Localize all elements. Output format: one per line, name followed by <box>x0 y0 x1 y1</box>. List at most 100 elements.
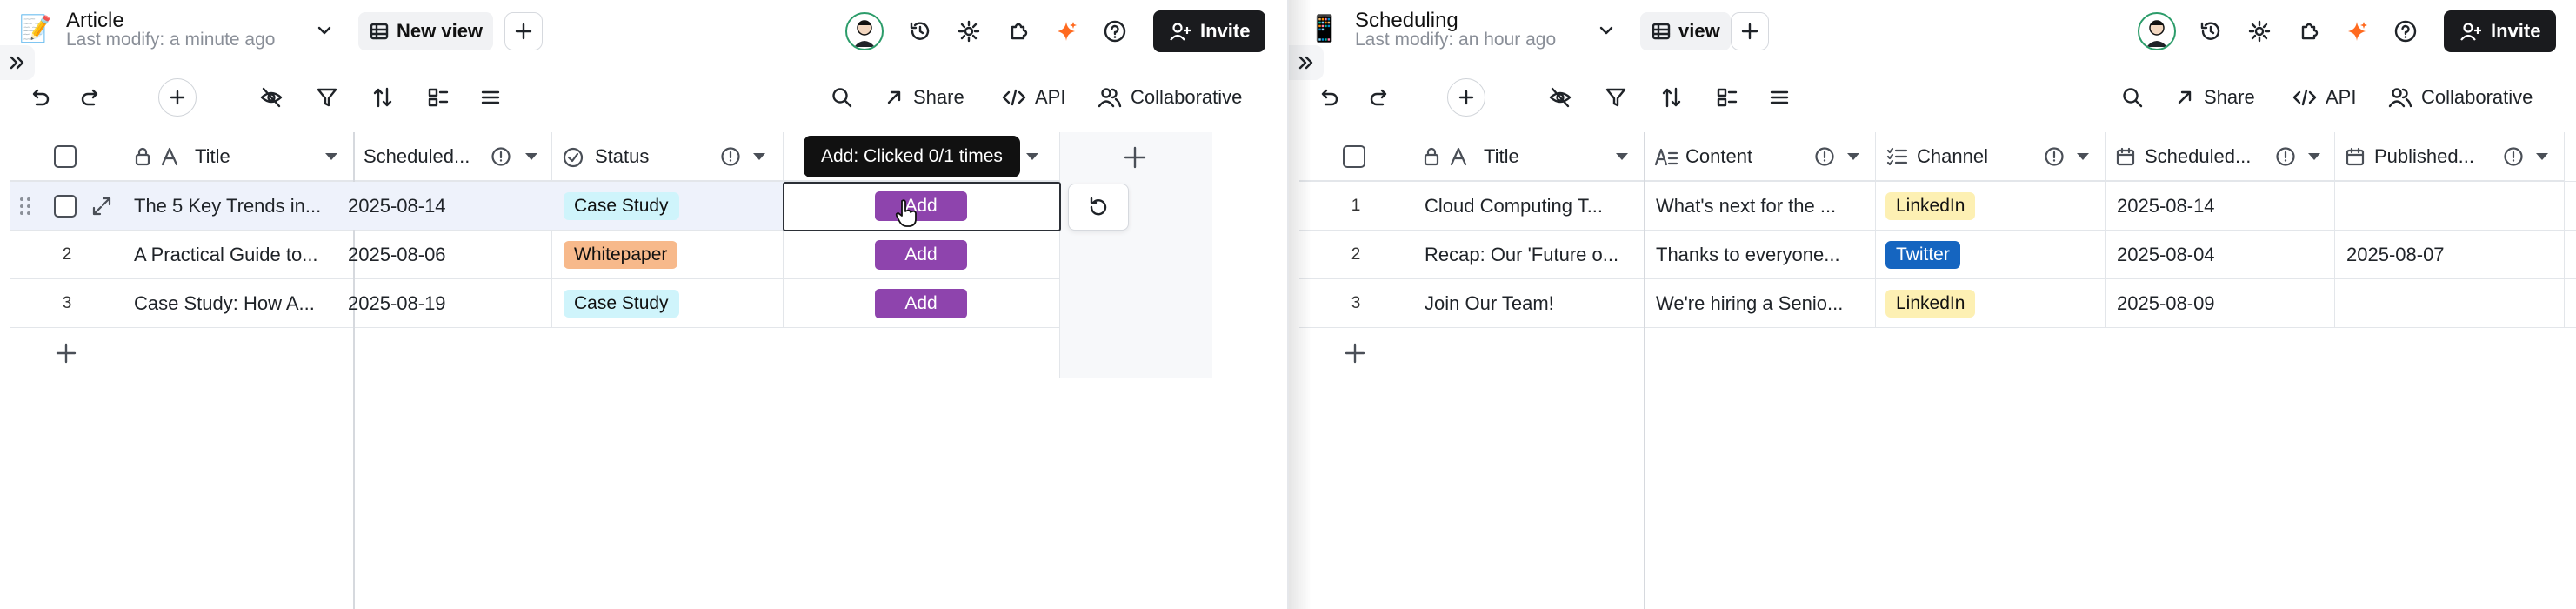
column-header-channel[interactable]: Channel <box>1875 132 2105 181</box>
settings-gear-icon[interactable] <box>955 17 983 45</box>
filter-icon[interactable] <box>311 82 343 113</box>
row-channel[interactable]: LinkedIn <box>1885 279 1976 328</box>
search-icon[interactable] <box>2117 82 2148 113</box>
redo-icon[interactable] <box>75 82 106 113</box>
sidebar-expand-icon[interactable] <box>1289 45 1324 80</box>
row-number: 3 <box>1351 294 1361 312</box>
collaborative-button[interactable]: Collaborative <box>2388 82 2533 113</box>
view-switcher[interactable]: view <box>1640 12 1731 50</box>
row-status[interactable]: Whitepaper <box>564 231 678 279</box>
row-content[interactable]: We're hiring a Senio... <box>1656 279 1873 328</box>
sort-icon[interactable] <box>1656 82 1687 113</box>
select-all-checkbox[interactable] <box>54 145 77 168</box>
add-record-icon[interactable] <box>158 78 197 117</box>
sparkle-icon[interactable] <box>2343 17 2371 45</box>
plugin-icon[interactable] <box>2294 17 2322 45</box>
sparkle-icon[interactable] <box>1052 17 1080 45</box>
caret-down-icon[interactable] <box>2075 150 2091 164</box>
add-row-icon[interactable] <box>1343 329 1367 378</box>
row-height-icon[interactable] <box>475 82 506 113</box>
column-header-status[interactable]: Status <box>551 132 783 181</box>
share-button[interactable]: Share <box>884 82 964 113</box>
caret-down-icon[interactable] <box>1845 150 1861 164</box>
hide-fields-icon[interactable] <box>256 82 287 113</box>
column-header-scheduled[interactable]: Scheduled... <box>2105 132 2334 181</box>
column-header-title[interactable]: Title <box>195 145 230 168</box>
row-scheduled[interactable]: 2025-08-14 <box>2117 182 2215 231</box>
add-view-button[interactable] <box>504 12 543 50</box>
refresh-icon[interactable] <box>1068 184 1129 231</box>
column-header-content[interactable]: Content <box>1644 132 1875 181</box>
row-scheduled[interactable]: 2025-08-19 <box>348 279 550 328</box>
invite-button[interactable]: Invite <box>1153 10 1266 52</box>
filter-icon[interactable] <box>1600 82 1632 113</box>
caret-down-icon[interactable] <box>1024 150 1040 164</box>
expand-record-icon[interactable] <box>90 182 113 231</box>
undo-icon[interactable] <box>1313 82 1345 113</box>
caret-down-icon[interactable] <box>1614 150 1630 164</box>
add-view-button[interactable] <box>1731 12 1769 50</box>
add-row-icon[interactable] <box>54 329 78 378</box>
hide-fields-icon[interactable] <box>1545 82 1576 113</box>
api-button[interactable]: API <box>1002 82 1065 113</box>
row-channel[interactable]: Twitter <box>1885 231 1960 279</box>
column-header-published[interactable]: Published... <box>2334 132 2564 181</box>
share-button[interactable]: Share <box>2174 82 2255 113</box>
chevron-down-icon[interactable] <box>1595 19 1618 42</box>
avatar[interactable] <box>2138 12 2176 50</box>
view-switcher[interactable]: New view <box>358 12 494 50</box>
row-title[interactable]: Join Our Team! <box>1425 279 1642 328</box>
history-icon[interactable] <box>2197 17 2225 45</box>
row-title[interactable]: Recap: Our 'Future o... <box>1425 231 1642 279</box>
row-channel[interactable]: LinkedIn <box>1885 182 1976 231</box>
row-status[interactable]: Case Study <box>564 279 679 328</box>
column-header-scheduled[interactable]: Scheduled... <box>353 132 551 181</box>
row-title[interactable]: Cloud Computing T... <box>1425 182 1642 231</box>
row-scheduled[interactable]: 2025-08-04 <box>2117 231 2215 279</box>
row-title[interactable]: The 5 Key Trends in... <box>134 182 351 231</box>
row-height-icon[interactable] <box>1764 82 1795 113</box>
row-content[interactable]: What's next for the ... <box>1656 182 1873 231</box>
sidebar-expand-icon[interactable] <box>0 45 35 80</box>
row-scheduled[interactable]: 2025-08-09 <box>2117 279 2215 328</box>
history-icon[interactable] <box>906 17 934 45</box>
row-title[interactable]: Case Study: How A... <box>134 279 351 328</box>
drag-handle-icon[interactable] <box>17 182 43 231</box>
caret-down-icon[interactable] <box>751 150 767 164</box>
row-scheduled[interactable]: 2025-08-06 <box>348 231 550 279</box>
search-icon[interactable] <box>826 82 858 113</box>
settings-gear-icon[interactable] <box>2246 17 2273 45</box>
help-icon[interactable] <box>1101 17 1129 45</box>
row-title[interactable]: A Practical Guide to... <box>134 231 351 279</box>
add-button[interactable]: Add <box>875 182 967 231</box>
select-all-checkbox[interactable] <box>1343 145 1365 168</box>
group-icon[interactable] <box>423 82 454 113</box>
collaborative-button[interactable]: Collaborative <box>1098 82 1242 113</box>
row-number: 3 <box>62 294 72 312</box>
caret-down-icon[interactable] <box>2306 150 2322 164</box>
row-published[interactable]: 2025-08-07 <box>2346 231 2445 279</box>
add-button[interactable]: Add <box>875 279 967 328</box>
api-button[interactable]: API <box>2292 82 2356 113</box>
undo-icon[interactable] <box>24 82 56 113</box>
group-icon[interactable] <box>1712 82 1743 113</box>
chevron-down-icon[interactable] <box>313 19 336 42</box>
avatar[interactable] <box>845 12 884 50</box>
column-header-title[interactable]: Title <box>1484 145 1519 168</box>
sort-icon[interactable] <box>367 82 398 113</box>
plugin-icon[interactable] <box>1004 17 1031 45</box>
help-icon[interactable] <box>2392 17 2419 45</box>
add-button[interactable]: Add <box>875 231 967 279</box>
caret-down-icon[interactable] <box>324 150 339 164</box>
add-column-icon[interactable] <box>1122 144 1148 171</box>
row-scheduled[interactable]: 2025-08-14 <box>348 182 550 231</box>
row-checkbox[interactable] <box>54 182 77 231</box>
invite-button[interactable]: Invite <box>2444 10 2557 52</box>
redo-icon[interactable] <box>1364 82 1395 113</box>
caret-down-icon[interactable] <box>2534 150 2550 164</box>
row-status[interactable]: Case Study <box>564 182 679 231</box>
collaborative-icon <box>1098 88 1122 108</box>
row-content[interactable]: Thanks to everyone... <box>1656 231 1873 279</box>
caret-down-icon[interactable] <box>524 150 539 164</box>
add-record-icon[interactable] <box>1447 78 1485 117</box>
